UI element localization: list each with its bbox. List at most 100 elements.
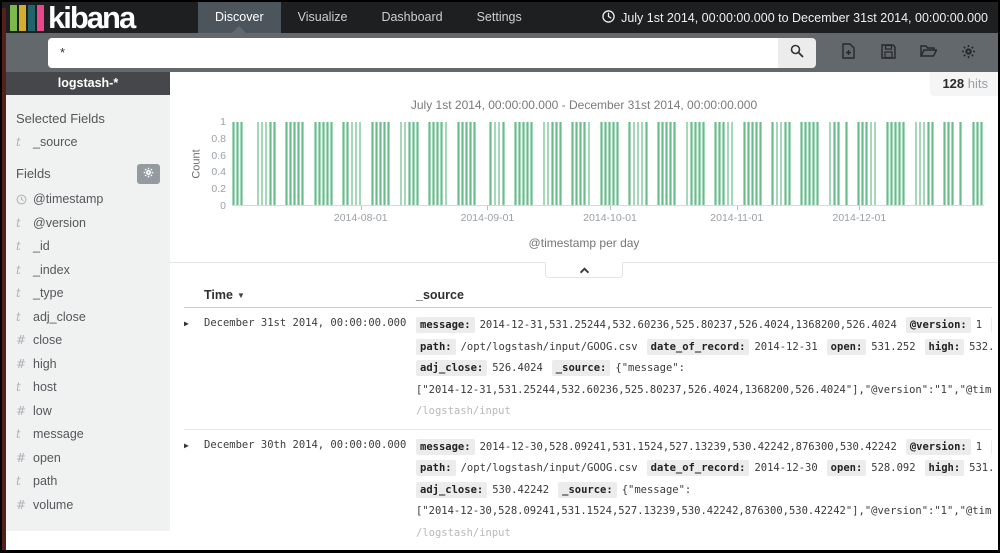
histogram-bar[interactable] <box>702 122 705 205</box>
histogram-bar[interactable] <box>493 122 497 205</box>
histogram-bar[interactable] <box>558 122 562 205</box>
histogram-bar[interactable] <box>497 122 501 205</box>
field-item-id[interactable]: t _id <box>6 235 170 259</box>
histogram-bar[interactable] <box>330 122 333 205</box>
histogram-bar[interactable] <box>428 122 431 205</box>
histogram-bar[interactable] <box>514 122 517 205</box>
histogram-bar[interactable] <box>236 122 239 205</box>
histogram-bar[interactable] <box>959 122 963 205</box>
histogram-bar[interactable] <box>751 122 754 205</box>
settings-button[interactable] <box>948 38 988 68</box>
expand-row-toggle[interactable]: ▶ <box>184 437 204 545</box>
histogram-bar[interactable] <box>783 122 787 205</box>
histogram-bar[interactable] <box>342 122 346 205</box>
histogram-bar[interactable] <box>943 122 946 205</box>
histogram-bar[interactable] <box>685 122 689 205</box>
histogram-bar[interactable] <box>816 122 820 205</box>
expand-row-toggle[interactable]: ▶ <box>184 315 204 423</box>
histogram-bar[interactable] <box>726 122 730 205</box>
histogram-bar[interactable] <box>411 122 415 205</box>
histogram-bar[interactable] <box>673 122 677 205</box>
histogram-bar[interactable] <box>579 122 583 205</box>
histogram-bar[interactable] <box>346 122 350 205</box>
histogram-bar[interactable] <box>464 122 468 205</box>
histogram-bar[interactable] <box>914 122 918 205</box>
histogram-bar[interactable] <box>530 122 534 205</box>
field-item-volume[interactable]: # volume <box>6 493 170 517</box>
histogram-bar[interactable] <box>293 122 297 205</box>
histogram-bar[interactable] <box>403 122 407 205</box>
field-item-message[interactable]: t message <box>6 423 170 447</box>
histogram-bar[interactable] <box>240 122 243 205</box>
histogram-bar[interactable] <box>542 122 546 205</box>
histogram-bar[interactable] <box>865 122 869 205</box>
histogram-bar[interactable] <box>779 122 783 205</box>
histogram-bar[interactable] <box>407 122 411 205</box>
histogram-bar[interactable] <box>640 122 644 205</box>
histogram-bar[interactable] <box>522 122 525 205</box>
histogram-bar[interactable] <box>836 122 840 205</box>
histogram-bar[interactable] <box>661 122 664 205</box>
histogram-bar[interactable] <box>321 122 325 205</box>
field-settings-button[interactable] <box>137 163 160 184</box>
new-search-button[interactable] <box>828 38 868 68</box>
histogram-bar[interactable] <box>714 122 718 205</box>
histogram-bar[interactable] <box>358 122 362 205</box>
histogram-bar[interactable] <box>857 122 861 205</box>
histogram-bar[interactable] <box>587 122 591 205</box>
histogram-bar[interactable] <box>775 122 779 205</box>
histogram-bar[interactable] <box>873 122 877 205</box>
field-item-index[interactable]: t _index <box>6 258 170 282</box>
histogram-bar[interactable] <box>256 122 260 205</box>
field-item-timestamp[interactable]: @timestamp <box>6 188 170 212</box>
histogram-bar[interactable] <box>628 122 632 205</box>
histogram-bar[interactable] <box>415 122 419 205</box>
histogram-bar[interactable] <box>612 122 615 205</box>
histogram-bar[interactable] <box>268 122 272 205</box>
histogram-bar[interactable] <box>264 122 268 205</box>
histogram-bar[interactable] <box>575 122 579 205</box>
save-search-button[interactable] <box>868 38 908 68</box>
histogram-bar[interactable] <box>812 122 816 205</box>
histogram-bar[interactable] <box>693 122 697 205</box>
histogram-bar[interactable] <box>771 122 775 205</box>
histogram-bar[interactable] <box>898 122 901 205</box>
histogram-bar[interactable] <box>285 122 288 205</box>
histogram-bar[interactable] <box>289 122 292 205</box>
histogram-bar[interactable] <box>742 122 746 205</box>
histogram-bar[interactable] <box>432 122 436 205</box>
histogram-bar[interactable] <box>832 122 836 205</box>
histogram-bar[interactable] <box>636 122 640 205</box>
histogram-bar[interactable] <box>657 122 660 205</box>
histogram-bar[interactable] <box>260 122 264 205</box>
histogram-bar[interactable] <box>787 122 791 205</box>
histogram-bar[interactable] <box>387 122 391 205</box>
time-column-header[interactable]: Time ▼ <box>204 288 416 302</box>
histogram-bar[interactable] <box>689 122 693 205</box>
field-item-type[interactable]: t _type <box>6 282 170 306</box>
histogram-bar[interactable] <box>370 122 374 205</box>
histogram-bar[interactable] <box>546 122 550 205</box>
histogram-bar[interactable] <box>697 122 701 205</box>
histogram-bar[interactable] <box>951 122 955 205</box>
time-range-picker[interactable]: July 1st 2014, 00:00:00.000 to December … <box>602 2 998 33</box>
histogram-bar[interactable] <box>971 122 975 205</box>
histogram-bar[interactable] <box>272 122 276 205</box>
histogram-bar[interactable] <box>632 122 636 205</box>
tab-visualize[interactable]: Visualize <box>281 2 365 33</box>
histogram-bar[interactable] <box>979 122 983 205</box>
histogram-bar[interactable] <box>297 122 301 205</box>
histogram-bar[interactable] <box>489 122 493 205</box>
histogram-bar[interactable] <box>526 122 530 205</box>
open-search-button[interactable] <box>908 38 948 68</box>
histogram-bar[interactable] <box>808 122 812 205</box>
histogram-bar[interactable] <box>902 122 906 205</box>
histogram-bar[interactable] <box>350 122 354 205</box>
histogram-bar[interactable] <box>975 122 979 205</box>
field-item-host[interactable]: t host <box>6 376 170 400</box>
histogram-bar[interactable] <box>301 122 305 205</box>
histogram-bar[interactable] <box>399 122 403 205</box>
histogram-bar[interactable] <box>473 122 476 205</box>
histogram-bar[interactable] <box>436 122 440 205</box>
field-item-high[interactable]: # high <box>6 352 170 376</box>
